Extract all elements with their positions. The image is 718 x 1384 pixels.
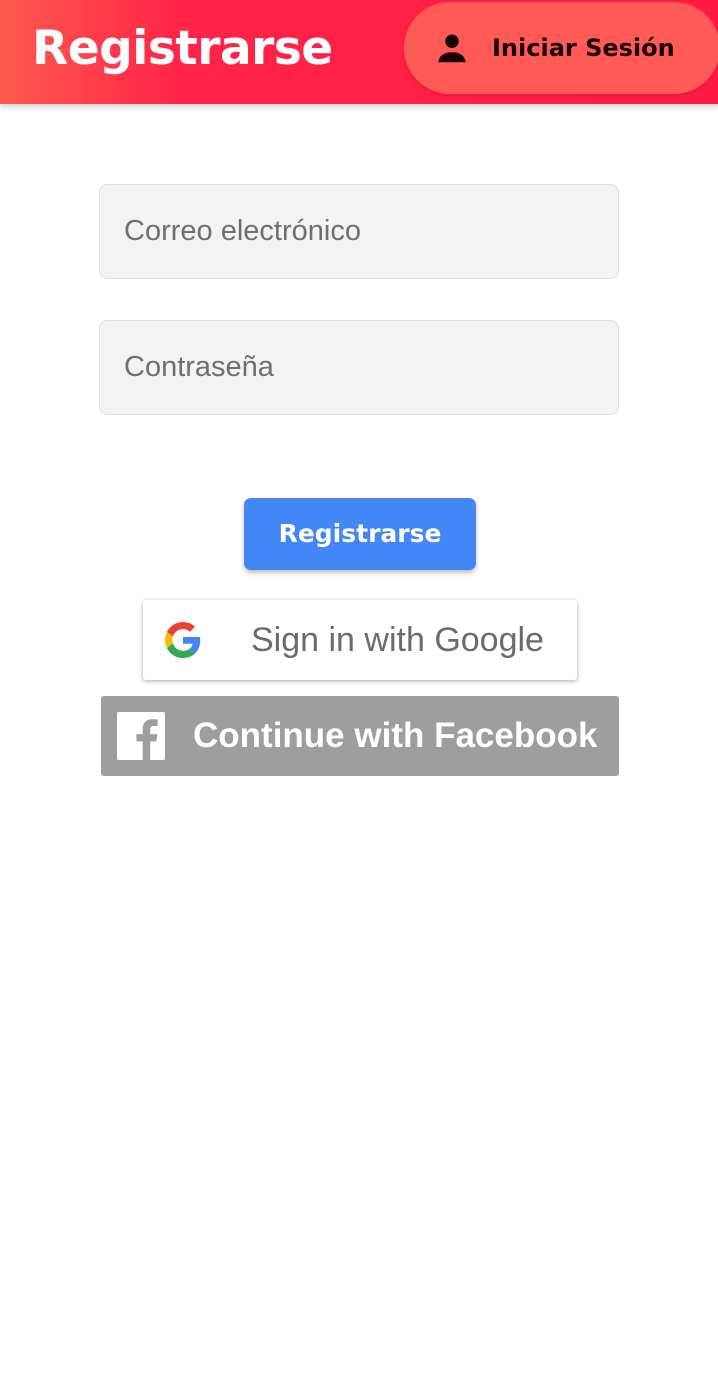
page-title: Registrarse: [32, 21, 333, 76]
google-signin-button[interactable]: Sign in with Google: [143, 600, 577, 680]
email-field[interactable]: [100, 185, 618, 278]
registration-screen: Registrarse Iniciar Sesión Registrarse S…: [0, 0, 718, 1384]
google-icon: [165, 622, 201, 658]
login-button-label: Iniciar Sesión: [492, 34, 675, 62]
password-field-container: [99, 320, 619, 415]
facebook-login-label: Continue with Facebook: [193, 716, 598, 755]
facebook-login-button[interactable]: Continue with Facebook: [101, 696, 619, 776]
app-header: Registrarse Iniciar Sesión: [0, 0, 718, 104]
facebook-icon: [117, 712, 165, 760]
email-field-container: [99, 184, 619, 279]
person-icon: [438, 34, 466, 63]
password-field[interactable]: [100, 321, 618, 414]
login-button[interactable]: Iniciar Sesión: [404, 2, 718, 94]
google-signin-label: Sign in with Google: [251, 621, 544, 659]
register-button[interactable]: Registrarse: [244, 498, 476, 570]
